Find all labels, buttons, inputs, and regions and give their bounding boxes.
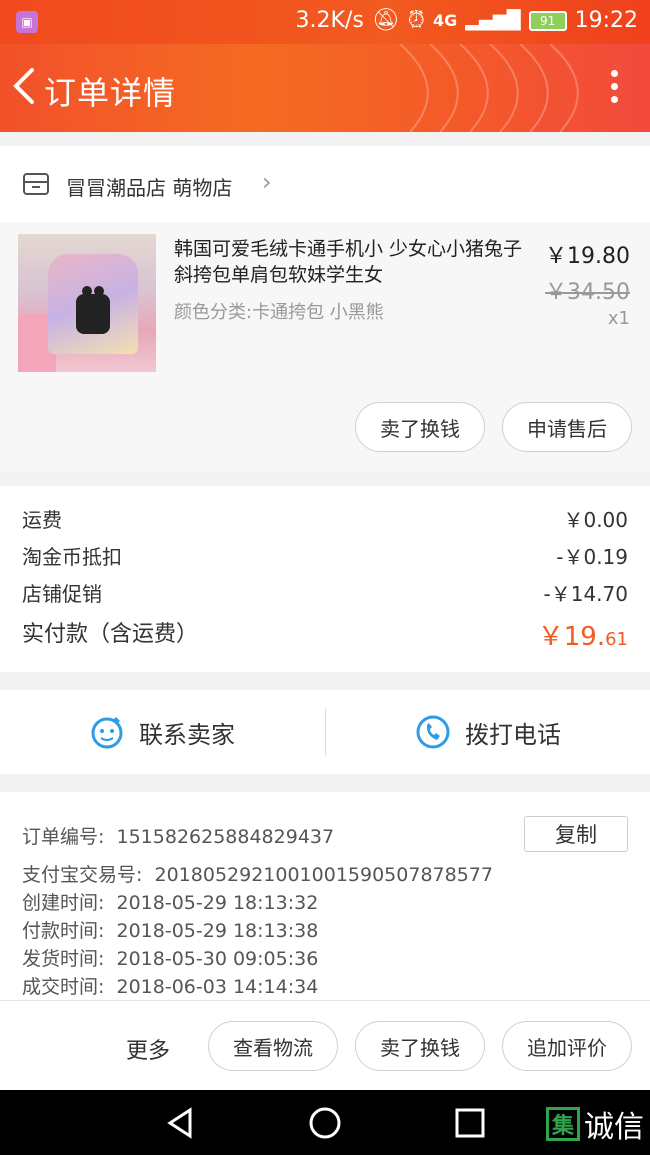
call-phone-label: 拨打电话 (465, 720, 561, 749)
order-info: 订单编号: 151582625884829437 复制 支付宝交易号: 2018… (0, 792, 650, 1000)
product-quantity: x1 (607, 308, 630, 329)
nav-home-icon[interactable] (308, 1106, 342, 1140)
paid-time-value: 2018-05-29 18:13:38 (116, 920, 319, 942)
contact-seller-label: 联系卖家 (139, 720, 235, 749)
total-int: 19. (563, 622, 606, 652)
order-number-label: 订单编号: (22, 826, 105, 848)
status-indicators: 3.2K/s 🔕︎ ⏰︎ 4G ▂▄▆█ 91 19:22 (296, 8, 638, 33)
total-paid-row: 实付款（含运费） ￥19.61 (22, 616, 628, 652)
add-review-button[interactable]: 追加评价 (502, 1021, 632, 1071)
bottom-action-bar: 更多 查看物流 卖了换钱 追加评价 (0, 1000, 650, 1090)
total-label: 实付款（含运费） (22, 622, 199, 647)
coin-value: -￥0.19 (556, 545, 628, 569)
created-time-label: 创建时间: (22, 892, 105, 914)
watermark-mark: 集 (546, 1107, 580, 1141)
page-title: 订单详情 (44, 74, 177, 112)
shipping-label: 运费 (22, 508, 62, 532)
order-number-value: 151582625884829437 (116, 826, 335, 848)
more-button[interactable]: 更多 (126, 1033, 170, 1065)
back-arrow-icon[interactable] (10, 64, 44, 112)
watermark-logo: 集 诚信 (546, 1102, 644, 1146)
coin-deduction-row: 淘金币抵扣 -￥0.19 (22, 541, 628, 570)
call-phone-button[interactable]: 拨打电话 (326, 690, 650, 774)
gallery-notification-icon: ▣ (16, 11, 38, 33)
total-currency: ￥ (537, 622, 564, 652)
contact-bar: 联系卖家 拨打电话 (0, 690, 650, 774)
clock: 19:22 (574, 8, 638, 33)
shop-promo-row: 店铺促销 -￥14.70 (22, 578, 628, 607)
signal-icon: ▂▄▆█ (465, 10, 521, 31)
coin-label: 淘金币抵扣 (22, 545, 122, 569)
alarm-icon: ⏰︎ (407, 8, 425, 33)
chat-face-icon (91, 716, 123, 749)
product-price: ￥19.80 (545, 244, 630, 269)
watermark-text: 诚信 (584, 1110, 644, 1145)
shipping-value: ￥0.00 (563, 508, 628, 532)
shipped-time-value: 2018-05-30 09:05:36 (116, 948, 319, 970)
phone-icon (416, 715, 450, 749)
total-value: ￥19.61 (538, 616, 628, 653)
sell-for-cash-bottom-button[interactable]: 卖了换钱 (355, 1021, 485, 1071)
shipped-time-row: 发货时间: 2018-05-30 09:05:36 (22, 944, 318, 971)
nav-back-icon[interactable] (164, 1106, 196, 1140)
fee-summary: 运费 ￥0.00 淘金币抵扣 -￥0.19 店铺促销 -￥14.70 实付款（含… (0, 486, 650, 672)
completed-time-label: 成交时间: (22, 976, 105, 998)
paid-time-row: 付款时间: 2018-05-29 18:13:38 (22, 916, 318, 943)
system-nav-bar: 集 诚信 (0, 1090, 650, 1155)
shop-icon (23, 173, 49, 195)
order-number-row: 订单编号: 151582625884829437 (22, 822, 334, 849)
paid-time-label: 付款时间: (22, 920, 105, 942)
view-logistics-button[interactable]: 查看物流 (208, 1021, 338, 1071)
shop-name: 冒冒潮品店 萌物店 (66, 176, 233, 200)
created-time-value: 2018-05-29 18:13:32 (116, 892, 319, 914)
product-spec: 颜色分类:卡通挎包 小黑熊 (174, 302, 384, 323)
product-item[interactable]: 韩国可爱毛绒卡通手机小 少女心小猪兔子斜挎包单肩包软妹学生女 颜色分类:卡通挎包… (0, 222, 650, 472)
completed-time-row: 成交时间: 2018-06-03 14:14:34 (22, 972, 318, 999)
created-time-row: 创建时间: 2018-05-29 18:13:32 (22, 888, 318, 915)
nav-recents-icon[interactable] (454, 1107, 486, 1139)
shipped-time-label: 发货时间: (22, 948, 105, 970)
product-title: 韩国可爱毛绒卡通手机小 少女心小猪兔子斜挎包单肩包软妹学生女 (174, 238, 523, 286)
copy-button[interactable]: 复制 (524, 816, 628, 852)
request-aftersale-button[interactable]: 申请售后 (502, 402, 632, 452)
net-speed: 3.2K/s (295, 8, 364, 33)
shop-row[interactable]: 冒冒潮品店 萌物店 › (0, 146, 650, 222)
alipay-txn-row: 支付宝交易号: 2018052921001001590507878577 (22, 860, 493, 887)
more-options-icon[interactable] (608, 70, 620, 106)
alipay-txn-label: 支付宝交易号: (22, 864, 143, 886)
product-original-price: ￥34.50 (545, 280, 630, 305)
sell-for-cash-button[interactable]: 卖了换钱 (355, 402, 485, 452)
promo-label: 店铺促销 (22, 582, 102, 606)
chevron-right-icon: › (262, 168, 272, 196)
battery-icon: 91 (528, 10, 567, 31)
network-type: 4G (432, 11, 458, 30)
app-bar: 订单详情 (0, 44, 650, 132)
promo-value: -￥14.70 (543, 582, 628, 606)
alipay-txn-value: 2018052921001001590507878577 (154, 864, 493, 886)
product-image[interactable] (18, 234, 156, 372)
total-decimal: 61 (605, 629, 628, 650)
completed-time-value: 2018-06-03 14:14:34 (116, 976, 319, 998)
status-bar: ▣ 3.2K/s 🔕︎ ⏰︎ 4G ▂▄▆█ 91 19:22 (0, 0, 650, 44)
contact-seller-button[interactable]: 联系卖家 (0, 690, 324, 774)
shipping-row: 运费 ￥0.00 (22, 504, 628, 533)
mute-icon: 🔕︎ (371, 8, 400, 33)
